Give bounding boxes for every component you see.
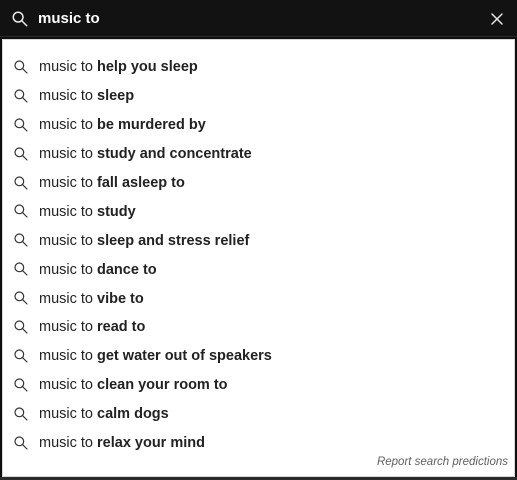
suggestion-text: music to dance to: [39, 262, 157, 278]
suggestion-prefix: music to: [39, 435, 98, 452]
suggestion-completion: sleep: [97, 88, 135, 105]
suggestion-item[interactable]: music to study: [3, 197, 514, 226]
suggestion-item[interactable]: music to clean your room to: [3, 371, 514, 400]
suggestion-item[interactable]: music to be murdered by: [3, 111, 514, 140]
suggestion-prefix: music to: [39, 377, 98, 394]
search-icon: [14, 147, 28, 161]
suggestion-text: music to clean your room to: [39, 377, 228, 393]
search-icon: [14, 233, 28, 247]
search-icon: [14, 175, 28, 190]
suggestion-item[interactable]: music to calm dogs: [3, 400, 514, 429]
suggestion-text: music to calm dogs: [39, 406, 169, 422]
suggestion-text: music to fall asleep to: [39, 175, 185, 191]
suggestions-dropdown: music to help you sleep music to sleep mus…: [2, 39, 515, 477]
suggestion-text: music to study: [39, 204, 136, 220]
search-icon: [14, 118, 28, 132]
suggestion-text: music to study and concentrate: [39, 146, 252, 162]
suggestion-completion: study and concentrate: [97, 146, 252, 163]
suggestion-completion: calm dogs: [97, 406, 169, 423]
suggestion-completion: be murdered by: [97, 117, 206, 134]
search-icon: [14, 349, 28, 363]
suggestion-item[interactable]: music to dance to: [3, 255, 514, 284]
search-icon: [12, 11, 28, 27]
suggestion-text: music to sleep: [39, 88, 134, 104]
suggestion-completion: study: [97, 203, 136, 220]
suggestion-text: music to read to: [39, 319, 145, 335]
suggestion-prefix: music to: [39, 146, 98, 163]
search-bar: [0, 0, 517, 37]
suggestion-prefix: music to: [39, 290, 98, 307]
suggestion-text: music to get water out of speakers: [39, 348, 272, 364]
search-icon: [14, 291, 28, 305]
suggestion-prefix: music to: [39, 59, 98, 76]
suggestion-completion: vibe to: [97, 290, 144, 307]
suggestion-text: music to relax your mind: [39, 435, 205, 451]
search-icon: [14, 407, 28, 421]
suggestion-item[interactable]: music to get water out of speakers: [3, 342, 514, 371]
suggestion-completion: fall asleep to: [97, 175, 185, 191]
suggestion-item[interactable]: music to vibe to: [3, 284, 514, 313]
suggestion-completion: clean your room to: [97, 377, 228, 394]
close-icon[interactable]: [487, 9, 507, 29]
suggestion-prefix: music to: [39, 319, 98, 336]
suggestion-item[interactable]: music to sleep: [3, 82, 514, 111]
search-icon: [14, 320, 28, 334]
suggestion-completion: get water out of speakers: [97, 348, 272, 365]
suggestion-completion: relax your mind: [97, 435, 205, 452]
suggestion-prefix: music to: [39, 203, 98, 220]
suggestion-text: music to be murdered by: [39, 117, 206, 133]
search-icon: [14, 435, 28, 450]
suggestion-item[interactable]: music to relax your mind: [3, 429, 514, 458]
suggestion-prefix: music to: [39, 175, 98, 191]
suggestion-item[interactable]: music to sleep and stress relief: [3, 226, 514, 255]
suggestion-prefix: music to: [39, 117, 98, 134]
suggestion-item[interactable]: music to help you sleep: [3, 53, 514, 82]
search-icon: [14, 204, 28, 219]
suggestion-prefix: music to: [39, 261, 98, 278]
suggestion-prefix: music to: [39, 232, 98, 249]
report-search-predictions-link[interactable]: Report search predictions: [377, 456, 508, 468]
search-input[interactable]: [38, 5, 468, 31]
suggestion-text: music to vibe to: [39, 291, 144, 307]
suggestion-completion: help you sleep: [97, 59, 198, 76]
suggestion-item[interactable]: music to read to: [3, 313, 514, 342]
suggestion-prefix: music to: [39, 88, 98, 105]
suggestion-completion: read to: [97, 319, 146, 336]
search-icon: [14, 378, 28, 392]
suggestion-list: music to help you sleep music to sleep mus…: [3, 40, 514, 457]
search-icon: [14, 262, 28, 276]
suggestion-prefix: music to: [39, 348, 98, 365]
search-icon: [14, 60, 28, 74]
suggestion-text: music to help you sleep: [39, 59, 198, 75]
suggestion-prefix: music to: [39, 406, 98, 423]
suggestion-item[interactable]: music to fall asleep to: [3, 169, 514, 198]
suggestion-item[interactable]: music to study and concentrate: [3, 140, 514, 169]
suggestion-completion: sleep and stress relief: [97, 232, 250, 249]
search-icon: [14, 89, 28, 103]
suggestion-text: music to sleep and stress relief: [39, 233, 249, 249]
suggestion-completion: dance to: [97, 261, 157, 278]
